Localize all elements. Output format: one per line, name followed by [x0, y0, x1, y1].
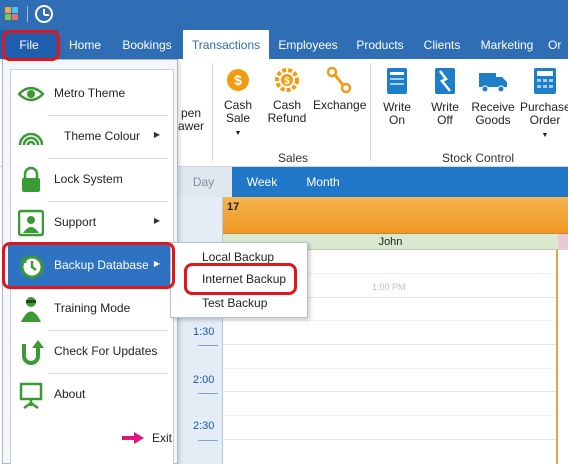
- time-label-1-30: 1:30: [193, 326, 215, 338]
- app-logo-icon: [2, 4, 22, 24]
- update-arrow-icon: [18, 338, 44, 366]
- title-separator: [27, 6, 28, 22]
- refund-gear-icon: $: [273, 67, 301, 93]
- svg-text:$: $: [234, 72, 242, 88]
- tab-clients[interactable]: Clients: [416, 30, 468, 59]
- open-drawer-label-2: awer: [178, 119, 205, 133]
- view-month-button[interactable]: Month: [297, 167, 349, 197]
- slot-line: [223, 320, 556, 321]
- menu-label: Theme Colour: [64, 129, 141, 143]
- purchase-order-button[interactable]: Purchase Order ▼: [520, 67, 568, 142]
- ribbon-separator: [370, 63, 371, 161]
- support-user-icon: [17, 209, 45, 237]
- title-bar: [0, 0, 568, 30]
- view-week-button[interactable]: Week: [237, 167, 287, 197]
- write-on-icon: [386, 67, 408, 95]
- menu-item-check-for-updates[interactable]: Check For Updates: [8, 331, 170, 373]
- menu-item-lock-system[interactable]: Lock System: [8, 159, 170, 201]
- menu-label: Support: [54, 215, 97, 229]
- ribbon-separator: [212, 63, 213, 161]
- tab-products[interactable]: Products: [350, 30, 410, 59]
- ribbon-group-stock-control: Stock Control: [442, 151, 515, 165]
- tab-overflow[interactable]: Or: [548, 30, 568, 59]
- dropdown-arrow-icon: ▼: [234, 130, 242, 137]
- slot-time-text: 1:00 PM: [372, 282, 406, 292]
- dollar-coin-icon: $: [225, 67, 251, 93]
- write-on-button[interactable]: Write On: [380, 67, 414, 127]
- resource-boundary: [556, 250, 558, 464]
- submenu-item-test-backup[interactable]: Test Backup: [185, 293, 305, 313]
- receive-goods-label-2: Goods: [475, 113, 511, 127]
- annotation-ring-file: [2, 30, 60, 61]
- exit-arrow-icon: [120, 431, 146, 445]
- calendar-date: 17: [227, 201, 240, 213]
- tab-employees[interactable]: Employees: [273, 30, 343, 59]
- eye-icon: [17, 80, 45, 108]
- time-label-2-30: 2:30: [193, 420, 215, 432]
- ribbon-tab-row: File Home Bookings Transactions Employee…: [0, 30, 568, 59]
- presentation-board-icon: [18, 381, 44, 410]
- menu-label: Training Mode: [54, 301, 131, 315]
- cash-sale-button[interactable]: $ Cash Sale ▼: [220, 67, 256, 140]
- chevron-right-icon: ▶: [153, 216, 160, 225]
- write-off-label-2: Off: [437, 113, 453, 127]
- cash-refund-label-2: Refund: [267, 111, 307, 125]
- dropdown-arrow-icon: ▼: [541, 132, 549, 139]
- annotation-ring-backup-database: [2, 242, 175, 289]
- trainer-icon: [18, 295, 44, 323]
- purchase-order-label-2: Order: [529, 113, 561, 127]
- rainbow-icon: [18, 123, 44, 151]
- chevron-right-icon: ▶: [153, 130, 160, 139]
- time-tick: [198, 345, 218, 346]
- open-drawer-button[interactable]: pen awer: [178, 107, 204, 133]
- slot-line: [223, 391, 556, 392]
- slot-line: [223, 344, 556, 345]
- tab-home[interactable]: Home: [62, 30, 108, 59]
- exit-label: Exit: [152, 431, 173, 445]
- time-label-2-00: 2:00: [193, 374, 215, 386]
- write-off-button[interactable]: Write Off: [428, 67, 462, 127]
- clock-icon[interactable]: [35, 5, 53, 23]
- ribbon-group-sales: Sales: [278, 151, 309, 165]
- menu-item-about[interactable]: About: [8, 374, 170, 416]
- menu-label: About: [54, 387, 86, 401]
- time-tick: [198, 393, 218, 394]
- exchange-label: Exchange: [313, 98, 367, 112]
- slot-line: [223, 439, 556, 440]
- tab-bookings[interactable]: Bookings: [116, 30, 178, 59]
- menu-item-training-mode[interactable]: Training Mode: [8, 288, 170, 330]
- menu-item-theme-colour[interactable]: Theme Colour ▶: [8, 116, 170, 158]
- write-off-icon: [434, 67, 456, 95]
- cash-sale-label-2: Sale: [225, 111, 251, 125]
- tab-transactions[interactable]: Transactions: [183, 30, 269, 59]
- truck-icon: [478, 67, 508, 95]
- tab-marketing[interactable]: Marketing: [476, 30, 538, 59]
- menu-label: Metro Theme: [54, 86, 126, 100]
- slot-line: [223, 415, 556, 416]
- purchase-order-icon: [533, 67, 557, 95]
- resource-header-next: [558, 234, 568, 250]
- slot-line: [223, 368, 556, 369]
- menu-item-metro-theme[interactable]: Metro Theme: [8, 73, 170, 115]
- calendar-date-header: 17: [223, 197, 568, 234]
- svg-text:$: $: [284, 76, 290, 87]
- receive-goods-button[interactable]: Receive Goods: [471, 67, 515, 127]
- menu-label: Lock System: [54, 172, 123, 186]
- exchange-button[interactable]: Exchange: [313, 66, 367, 112]
- exchange-icon: [325, 66, 353, 94]
- menu-label: Check For Updates: [54, 344, 158, 358]
- lock-icon: [18, 166, 44, 194]
- write-on-label-2: On: [388, 113, 405, 127]
- annotation-ring-internet-backup: [184, 263, 297, 295]
- view-day-button[interactable]: Day: [175, 167, 232, 197]
- time-tick: [198, 440, 218, 441]
- menu-item-support[interactable]: Support ▶: [8, 202, 170, 244]
- calendar-view-bar: Day Week Month: [175, 167, 568, 197]
- cash-refund-button[interactable]: $ Cash Refund: [266, 67, 308, 125]
